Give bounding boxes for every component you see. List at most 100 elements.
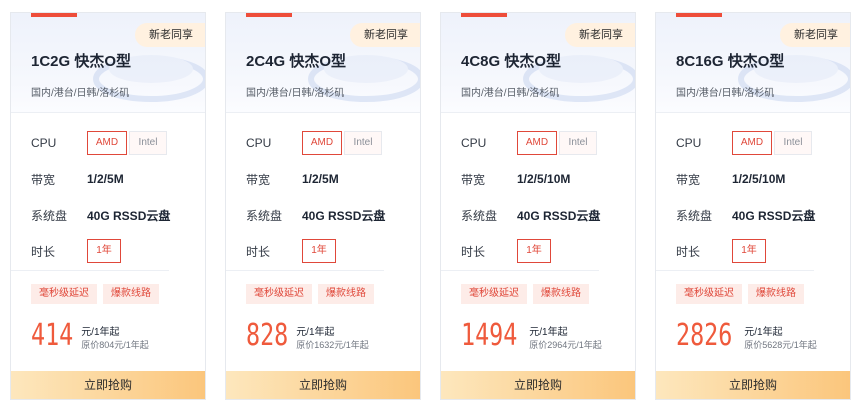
price-meta: 元/1年起 原价804元/1年起: [81, 319, 149, 352]
plan-specs: CPU AMD Intel 带宽 1/2/5/10M 系统盘 40G RSSD云…: [441, 113, 635, 269]
tag-hot-route: 爆款线路: [748, 284, 804, 304]
disk-value: 40G RSSD云盘: [517, 208, 601, 223]
duration-option-1y[interactable]: 1年: [87, 239, 121, 263]
bandwidth-value: 1/2/5M: [87, 172, 124, 186]
duration-option-1y[interactable]: 1年: [732, 239, 766, 263]
original-price: 原价2964元/1年起: [529, 340, 602, 350]
plan-title: 8C16G 快杰O型: [676, 53, 785, 70]
plan-regions: 国内/港台/日韩/洛杉矶: [246, 88, 345, 99]
divider: [226, 270, 384, 271]
plan-card-header: 新老同享 2C4G 快杰O型 国内/港台/日韩/洛杉矶: [226, 13, 420, 113]
divider: [656, 270, 814, 271]
bandwidth-label: 带宽: [461, 172, 486, 187]
cpu-option-amd[interactable]: AMD: [87, 131, 127, 155]
cpu-row: CPU AMD Intel: [246, 125, 420, 161]
tag-hot-route: 爆款线路: [533, 284, 589, 304]
price-value: 828: [246, 318, 289, 353]
plan-card-8c16g: 新老同享 8C16G 快杰O型 国内/港台/日韩/洛杉矶 CPU AMD Int…: [655, 12, 851, 400]
duration-row: 时长 1年: [31, 233, 205, 269]
original-price: 原价5628元/1年起: [744, 340, 817, 350]
bandwidth-row: 带宽 1/2/5M: [246, 161, 420, 197]
bandwidth-row: 带宽 1/2/5/10M: [676, 161, 850, 197]
original-price: 原价1632元/1年起: [296, 340, 369, 350]
tag-hot-route: 爆款线路: [103, 284, 159, 304]
feature-tags: 毫秒级延迟 爆款线路: [676, 284, 804, 304]
price-block: 2826 元/1年起 原价5628元/1年起: [676, 319, 817, 353]
plan-regions: 国内/港台/日韩/洛杉矶: [31, 88, 130, 99]
promo-badge: 新老同享: [565, 23, 635, 47]
plan-title: 2C4G 快杰O型: [246, 53, 347, 70]
top-accent-bar: [461, 13, 507, 17]
price-block: 828 元/1年起 原价1632元/1年起: [246, 319, 369, 353]
buy-now-button[interactable]: 立即抢购: [226, 371, 420, 399]
disk-label: 系统盘: [31, 208, 68, 223]
cpu-label: CPU: [676, 136, 702, 150]
price-meta: 元/1年起 原价5628元/1年起: [744, 319, 817, 352]
disk-value: 40G RSSD云盘: [732, 208, 816, 223]
price-meta: 元/1年起 原价2964元/1年起: [529, 319, 602, 352]
disk-label: 系统盘: [676, 208, 713, 223]
price-value: 2826: [676, 318, 733, 353]
duration-row: 时长 1年: [461, 233, 635, 269]
bandwidth-row: 带宽 1/2/5/10M: [461, 161, 635, 197]
duration-option-1y[interactable]: 1年: [517, 239, 551, 263]
disk-row: 系统盘 40G RSSD云盘: [461, 197, 635, 233]
duration-label: 时长: [676, 244, 701, 259]
tag-hot-route: 爆款线路: [318, 284, 374, 304]
divider: [441, 270, 599, 271]
disk-row: 系统盘 40G RSSD云盘: [31, 197, 205, 233]
duration-row: 时长 1年: [246, 233, 420, 269]
plan-card-1c2g: 新老同享 1C2G 快杰O型 国内/港台/日韩/洛杉矶 CPU AMD Inte…: [10, 12, 206, 400]
disk-label: 系统盘: [246, 208, 283, 223]
promo-badge: 新老同享: [780, 23, 850, 47]
cpu-option-amd[interactable]: AMD: [302, 131, 342, 155]
disk-value: 40G RSSD云盘: [302, 208, 386, 223]
plan-regions: 国内/港台/日韩/洛杉矶: [461, 88, 560, 99]
cpu-row: CPU AMD Intel: [31, 125, 205, 161]
duration-option-1y[interactable]: 1年: [302, 239, 336, 263]
cpu-option-intel[interactable]: Intel: [129, 131, 167, 155]
promo-badge: 新老同享: [135, 23, 205, 47]
cpu-option-intel[interactable]: Intel: [559, 131, 597, 155]
plan-title: 1C2G 快杰O型: [31, 53, 132, 70]
disk-label: 系统盘: [461, 208, 498, 223]
bandwidth-label: 带宽: [676, 172, 701, 187]
tag-latency: 毫秒级延迟: [461, 284, 527, 304]
disk-row: 系统盘 40G RSSD云盘: [676, 197, 850, 233]
cpu-row: CPU AMD Intel: [461, 125, 635, 161]
price-block: 1494 元/1年起 原价2964元/1年起: [461, 319, 602, 353]
plan-regions: 国内/港台/日韩/洛杉矶: [676, 88, 775, 99]
plan-title: 4C8G 快杰O型: [461, 53, 562, 70]
top-accent-bar: [676, 13, 722, 17]
duration-label: 时长: [31, 244, 56, 259]
bandwidth-label: 带宽: [246, 172, 271, 187]
bandwidth-value: 1/2/5M: [302, 172, 339, 186]
buy-now-button[interactable]: 立即抢购: [656, 371, 850, 399]
cpu-option-amd[interactable]: AMD: [732, 131, 772, 155]
price-block: 414 元/1年起 原价804元/1年起: [31, 319, 149, 353]
duration-row: 时长 1年: [676, 233, 850, 269]
cpu-option-amd[interactable]: AMD: [517, 131, 557, 155]
buy-now-button[interactable]: 立即抢购: [441, 371, 635, 399]
tag-latency: 毫秒级延迟: [246, 284, 312, 304]
tag-latency: 毫秒级延迟: [676, 284, 742, 304]
plan-card-4c8g: 新老同享 4C8G 快杰O型 国内/港台/日韩/洛杉矶 CPU AMD Inte…: [440, 12, 636, 400]
tag-latency: 毫秒级延迟: [31, 284, 97, 304]
cpu-label: CPU: [31, 136, 57, 150]
plan-specs: CPU AMD Intel 带宽 1/2/5/10M 系统盘 40G RSSD云…: [656, 113, 850, 269]
plan-card-2c4g: 新老同享 2C4G 快杰O型 国内/港台/日韩/洛杉矶 CPU AMD Inte…: [225, 12, 421, 400]
buy-now-button[interactable]: 立即抢购: [11, 371, 205, 399]
bandwidth-row: 带宽 1/2/5M: [31, 161, 205, 197]
cpu-option-intel[interactable]: Intel: [344, 131, 382, 155]
cpu-row: CPU AMD Intel: [676, 125, 850, 161]
cpu-label: CPU: [246, 136, 272, 150]
plan-specs: CPU AMD Intel 带宽 1/2/5M 系统盘 40G RSSD云盘 时…: [226, 113, 420, 269]
cpu-option-intel[interactable]: Intel: [774, 131, 812, 155]
plan-card-header: 新老同享 1C2G 快杰O型 国内/港台/日韩/洛杉矶: [11, 13, 205, 113]
price-meta: 元/1年起 原价1632元/1年起: [296, 319, 369, 352]
plan-specs: CPU AMD Intel 带宽 1/2/5M 系统盘 40G RSSD云盘 时…: [11, 113, 205, 269]
plan-card-header: 新老同享 4C8G 快杰O型 国内/港台/日韩/洛杉矶: [441, 13, 635, 113]
original-price: 原价804元/1年起: [81, 340, 149, 350]
top-accent-bar: [246, 13, 292, 17]
duration-label: 时长: [461, 244, 486, 259]
